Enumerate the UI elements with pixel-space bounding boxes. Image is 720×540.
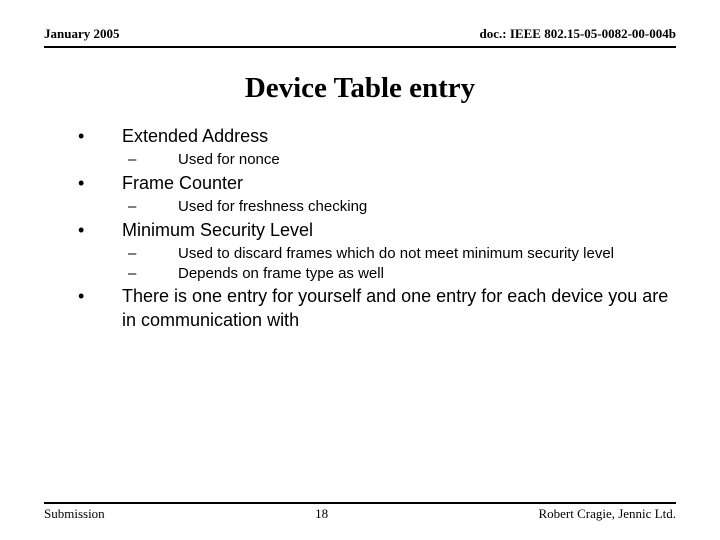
header-date: January 2005 [44, 26, 119, 42]
bullet-item: Frame Counter Used for freshness checkin… [70, 172, 676, 217]
bullet-item: There is one entry for yourself and one … [70, 285, 676, 332]
footer-rule [44, 502, 676, 504]
bullet-item: Extended Address Used for nonce [70, 125, 676, 170]
bullet-item: Minimum Security Level Used to discard f… [70, 219, 676, 283]
header: January 2005 doc.: IEEE 802.15-05-0082-0… [44, 26, 676, 48]
bullet-text: Minimum Security Level [122, 220, 313, 240]
slide-title: Device Table entry [44, 72, 676, 105]
sub-bullet: Used to discard frames which do not meet… [122, 244, 676, 264]
bullet-text: Frame Counter [122, 173, 243, 193]
footer-right: Robert Cragie, Jennic Ltd. [538, 506, 676, 522]
footer: Submission 18 Robert Cragie, Jennic Ltd. [44, 502, 676, 522]
sub-bullet: Depends on frame type as well [122, 264, 676, 284]
bullet-text: There is one entry for yourself and one … [122, 286, 668, 329]
header-docnum: doc.: IEEE 802.15-05-0082-00-004b [480, 26, 676, 42]
slide: January 2005 doc.: IEEE 802.15-05-0082-0… [0, 0, 720, 540]
slide-body: Extended Address Used for nonce Frame Co… [44, 125, 676, 332]
footer-left: Submission [44, 506, 105, 522]
footer-page-number: 18 [315, 506, 328, 522]
sub-bullet: Used for freshness checking [122, 197, 676, 217]
bullet-text: Extended Address [122, 126, 268, 146]
sub-bullet: Used for nonce [122, 150, 676, 170]
